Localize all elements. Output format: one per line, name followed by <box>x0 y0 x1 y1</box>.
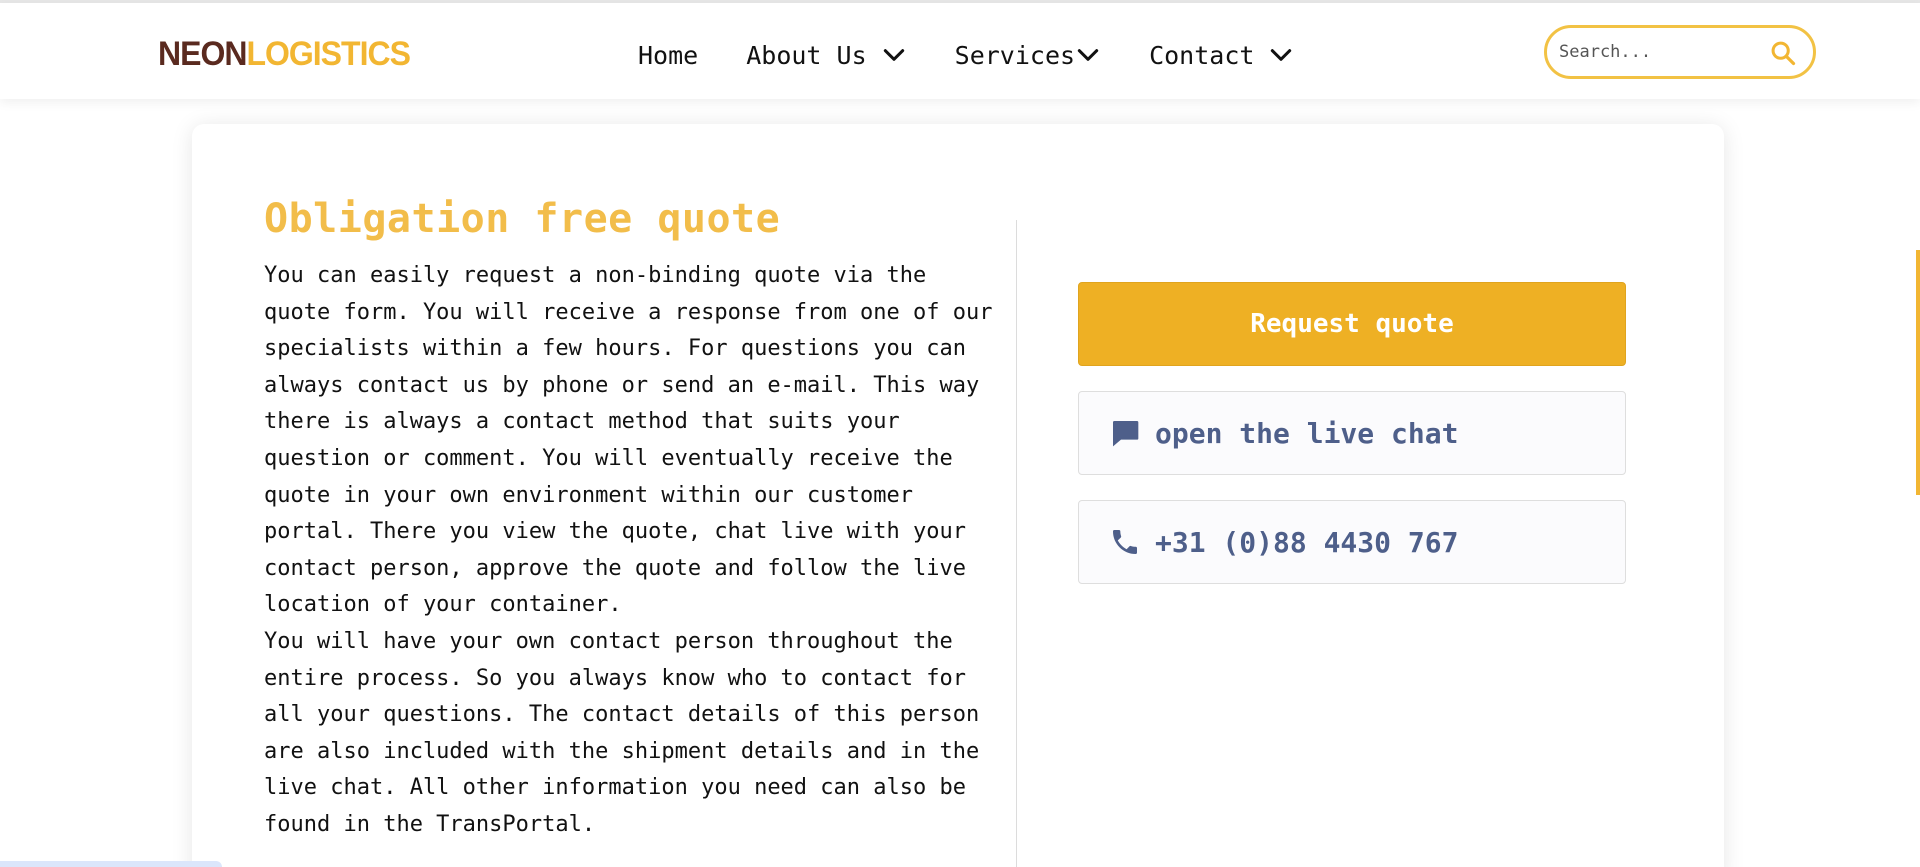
chat-icon <box>1113 421 1139 447</box>
nav-item-services[interactable]: Services <box>955 41 1101 70</box>
nav-item-contact[interactable]: Contact <box>1149 41 1294 70</box>
chevron-down-icon <box>1077 49 1099 61</box>
main-nav: Home About Us Services Contact <box>638 35 1342 75</box>
logo-part-neon: NEON <box>158 33 247 73</box>
scrollbar-thumb[interactable] <box>1916 250 1920 495</box>
request-quote-label: Request quote <box>1250 309 1454 339</box>
chevron-down-icon <box>1271 49 1292 61</box>
search-icon[interactable] <box>1769 39 1797 67</box>
nav-item-home[interactable]: Home <box>638 41 698 70</box>
nav-item-label: Home <box>638 40 699 70</box>
phone-number: +31 (0)88 4430 767 <box>1155 525 1459 559</box>
live-chat-button[interactable]: open the live chat <box>1078 391 1626 475</box>
quote-description: You can easily request a non-binding quo… <box>264 258 994 844</box>
column-divider <box>1016 220 1017 867</box>
live-chat-label: open the live chat <box>1155 416 1459 450</box>
phone-button[interactable]: +31 (0)88 4430 767 <box>1078 500 1626 584</box>
chevron-down-icon <box>883 49 904 61</box>
search-input[interactable] <box>1559 42 1759 62</box>
navbar: NEONLOGISTICS Home About Us Services Con… <box>0 3 1920 99</box>
paragraph: You will have your own contact person th… <box>264 628 980 837</box>
bottom-left-bar <box>0 861 222 867</box>
logo[interactable]: NEONLOGISTICS <box>158 31 411 74</box>
phone-icon <box>1113 530 1137 554</box>
nav-item-label: Contact <box>1149 40 1255 70</box>
nav-item-about-us[interactable]: About Us <box>746 41 906 70</box>
paragraph: You can easily request a non-binding quo… <box>264 263 993 618</box>
search-box <box>1544 25 1816 79</box>
nav-item-label: Services <box>954 40 1076 70</box>
page-title: Obligation free quote <box>264 196 781 242</box>
nav-item-label: About Us <box>746 40 867 70</box>
logo-part-logistics: LOGISTICS <box>246 33 410 73</box>
request-quote-button[interactable]: Request quote <box>1078 282 1626 366</box>
